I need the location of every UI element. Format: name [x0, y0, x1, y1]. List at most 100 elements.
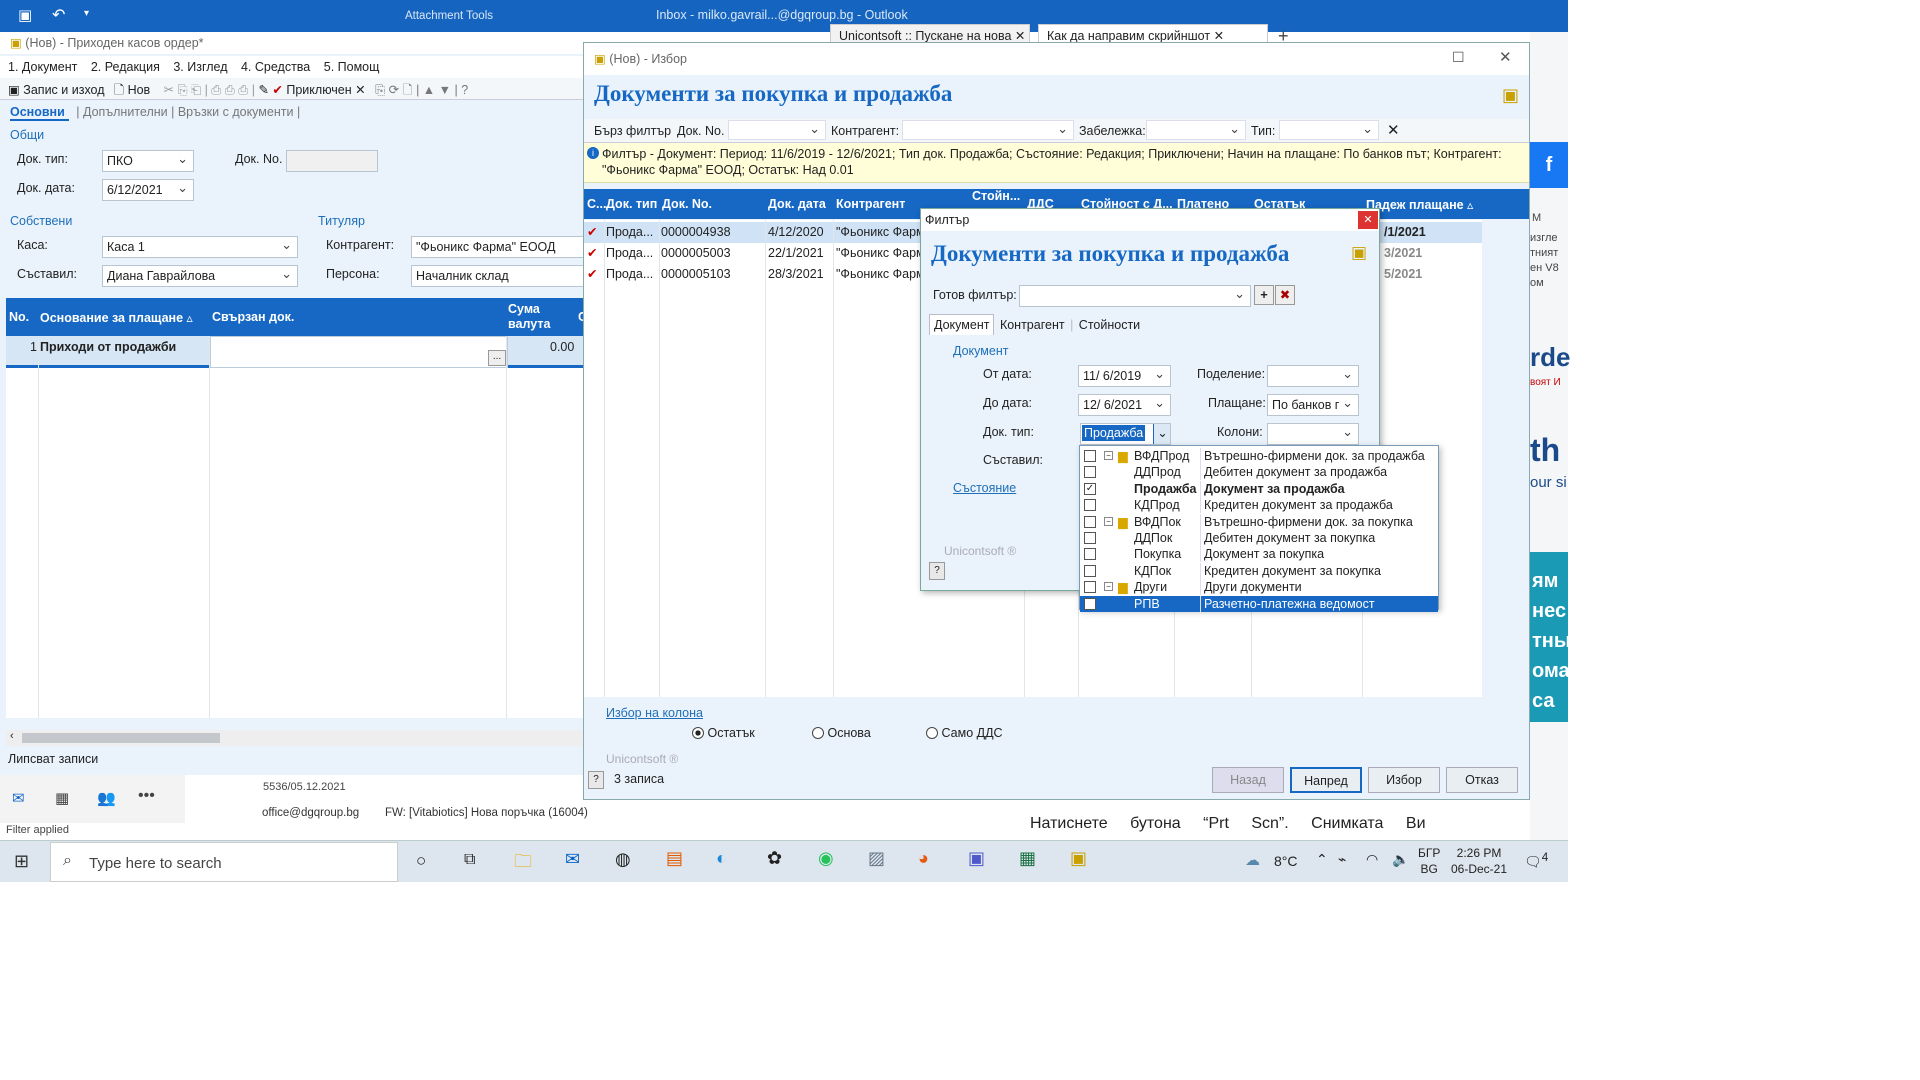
next-button[interactable]: Напред: [1290, 767, 1362, 793]
choose-button[interactable]: Избор: [1368, 767, 1440, 793]
tab-main[interactable]: Основни: [10, 105, 69, 121]
cortana-icon[interactable]: ○: [416, 851, 426, 871]
teams-icon[interactable]: ▣: [968, 848, 985, 869]
author-select[interactable]: Диана Гаврайлова: [102, 265, 298, 287]
facebook-icon[interactable]: f: [1530, 142, 1568, 188]
checkbox[interactable]: [1084, 548, 1096, 561]
language-indicator[interactable]: БГР BG: [1418, 845, 1440, 877]
contractor-field[interactable]: "Фьоникс Фарма" ЕООД: [411, 236, 585, 258]
close-icon[interactable]: ✕: [1358, 211, 1378, 229]
menu-edit[interactable]: 2. Редакция: [91, 60, 160, 74]
maximize-icon[interactable]: ☐: [1452, 49, 1465, 66]
menu-document[interactable]: 1. Документ: [8, 60, 77, 74]
firefox-icon[interactable]: ◕: [918, 848, 929, 869]
photos-icon[interactable]: ▨: [868, 848, 885, 869]
radio-vat-only[interactable]: Само ДДС: [926, 726, 1003, 740]
radio-selected-icon[interactable]: [692, 727, 704, 739]
doc-no-filter[interactable]: [728, 120, 826, 140]
doc-no-field[interactable]: [286, 150, 378, 172]
payment-select[interactable]: По банков г: [1267, 394, 1359, 416]
scroll-left-icon[interactable]: ‹: [10, 730, 14, 742]
doc-type-select[interactable]: Продажба ⌄: [1080, 423, 1171, 445]
unicontsoft-icon[interactable]: ▣: [1070, 848, 1087, 869]
doc-date-field[interactable]: 6/12/2021: [102, 179, 194, 201]
list-item[interactable]: − ▆ ВФДПрод Вътрешно-фирмени док. за продаж…: [1080, 448, 1438, 464]
close-icon[interactable]: ✕: [1499, 48, 1512, 66]
horizontal-scrollbar[interactable]: ‹: [6, 730, 582, 746]
clear-filter-button[interactable]: ✖: [1275, 285, 1295, 305]
complete-button[interactable]: Приключен: [286, 83, 351, 97]
collapse-icon[interactable]: −: [1104, 451, 1113, 460]
list-item[interactable]: ДДПок Дебитен документ за покупка: [1080, 530, 1438, 546]
from-date-field[interactable]: 11/ 6/2019: [1078, 365, 1171, 387]
radio-icon[interactable]: [812, 727, 824, 739]
undo-icon[interactable]: ↶: [52, 5, 65, 25]
back-button[interactable]: Назад: [1212, 767, 1284, 793]
person-field[interactable]: Началник склад: [411, 265, 585, 287]
nav-icons[interactable]: ⎘ ⟳ 🗋 | ▲ ▼ | ?: [375, 83, 468, 97]
mail-icon[interactable]: ✉: [12, 789, 25, 807]
tab-contractor[interactable]: Контрагент: [998, 315, 1067, 335]
wifi-icon[interactable]: ◠: [1366, 851, 1378, 868]
tab-document[interactable]: Документ: [929, 314, 995, 335]
type-filter[interactable]: [1279, 120, 1379, 140]
clear-filter-icon[interactable]: ✕: [1387, 121, 1400, 139]
contractor-filter[interactable]: [902, 120, 1074, 140]
pdf-icon[interactable]: ▤: [666, 848, 683, 869]
checkbox[interactable]: [1084, 564, 1096, 577]
excel-icon[interactable]: ▦: [1019, 848, 1036, 869]
checkbox[interactable]: [1084, 597, 1096, 610]
list-item[interactable]: − ▆ ВФДПок Вътрешно-фирмени док. за покупка: [1080, 513, 1438, 530]
checkbox[interactable]: [1084, 466, 1096, 479]
note-filter[interactable]: [1146, 120, 1246, 140]
menu-tools[interactable]: 4. Средства: [241, 60, 310, 74]
radio-remaining[interactable]: Остатък: [692, 726, 755, 740]
menu-help[interactable]: 5. Помощ: [324, 60, 380, 74]
list-item[interactable]: ДДПрод Дебитен документ за продажба: [1080, 464, 1438, 481]
col-doc-no[interactable]: Док. No.: [662, 197, 712, 211]
col-status[interactable]: С...: [587, 197, 606, 211]
checkbox[interactable]: [1084, 515, 1096, 528]
temperature[interactable]: 8°C: [1274, 853, 1298, 869]
menu-view[interactable]: 3. Изглед: [173, 60, 227, 74]
edit-icon[interactable]: ✎: [258, 83, 268, 97]
linked-doc-field[interactable]: [210, 336, 508, 368]
notification-icon[interactable]: 🗨4: [1524, 851, 1548, 871]
tab-links[interactable]: Връзки с документи: [178, 105, 294, 119]
tab-values[interactable]: Стойности: [1077, 315, 1142, 335]
volume-icon[interactable]: 🔈: [1392, 851, 1409, 868]
checkbox[interactable]: [1084, 581, 1096, 594]
email-subject[interactable]: FW: [Vitabiotics] Нова поръчка (16004): [385, 807, 588, 819]
task-view-icon[interactable]: ⧉: [464, 851, 475, 869]
calendar-icon[interactable]: ▦: [55, 789, 69, 807]
doc-type-select[interactable]: ПКО: [102, 150, 194, 172]
col-due[interactable]: Падеж плащане ▵: [1366, 197, 1473, 212]
network-icon[interactable]: ⌁: [1338, 851, 1346, 868]
list-item[interactable]: Покупка Документ за покупка: [1080, 546, 1438, 563]
customize-icon[interactable]: ▾: [84, 8, 89, 19]
table-row[interactable]: 1 Приходи от продажби ... 0.00: [6, 336, 585, 368]
more-icon[interactable]: •••: [138, 787, 155, 805]
col-value[interactable]: Стойн...: [972, 189, 1020, 203]
list-item[interactable]: ✓ Продажба Документ за продажба: [1080, 480, 1438, 497]
add-filter-button[interactable]: +: [1254, 285, 1274, 305]
checkbox[interactable]: [1084, 499, 1096, 512]
columns-select[interactable]: [1267, 423, 1359, 445]
attachment-tools[interactable]: Attachment Tools: [405, 10, 493, 22]
radio-base[interactable]: Основа: [812, 726, 871, 740]
cancel-button[interactable]: Отказ: [1446, 767, 1518, 793]
tray-chevron-icon[interactable]: ⌃: [1316, 851, 1328, 868]
help-icon[interactable]: ?: [929, 562, 945, 580]
pin-icon[interactable]: ▣: [1351, 243, 1367, 263]
list-item[interactable]: РПВ Разчетно-платежна ведомост: [1080, 595, 1438, 612]
new-button[interactable]: Нов: [128, 83, 151, 97]
collapse-icon[interactable]: −: [1104, 582, 1113, 592]
list-item[interactable]: КДПок Кредитен документ за покупка: [1080, 562, 1438, 579]
email-from[interactable]: office@dgqroup.bg: [262, 807, 359, 819]
list-item[interactable]: − ▆ Други Други документи: [1080, 579, 1438, 596]
windows-start-icon[interactable]: ⊞: [14, 851, 29, 872]
save-icon[interactable]: ▣: [18, 6, 32, 24]
checkbox-checked[interactable]: ✓: [1084, 482, 1096, 495]
browser-tab-unicontsoft[interactable]: Unicontsoft :: Пускане на нова ✕: [830, 24, 1030, 44]
people-icon[interactable]: 👥: [97, 789, 116, 807]
